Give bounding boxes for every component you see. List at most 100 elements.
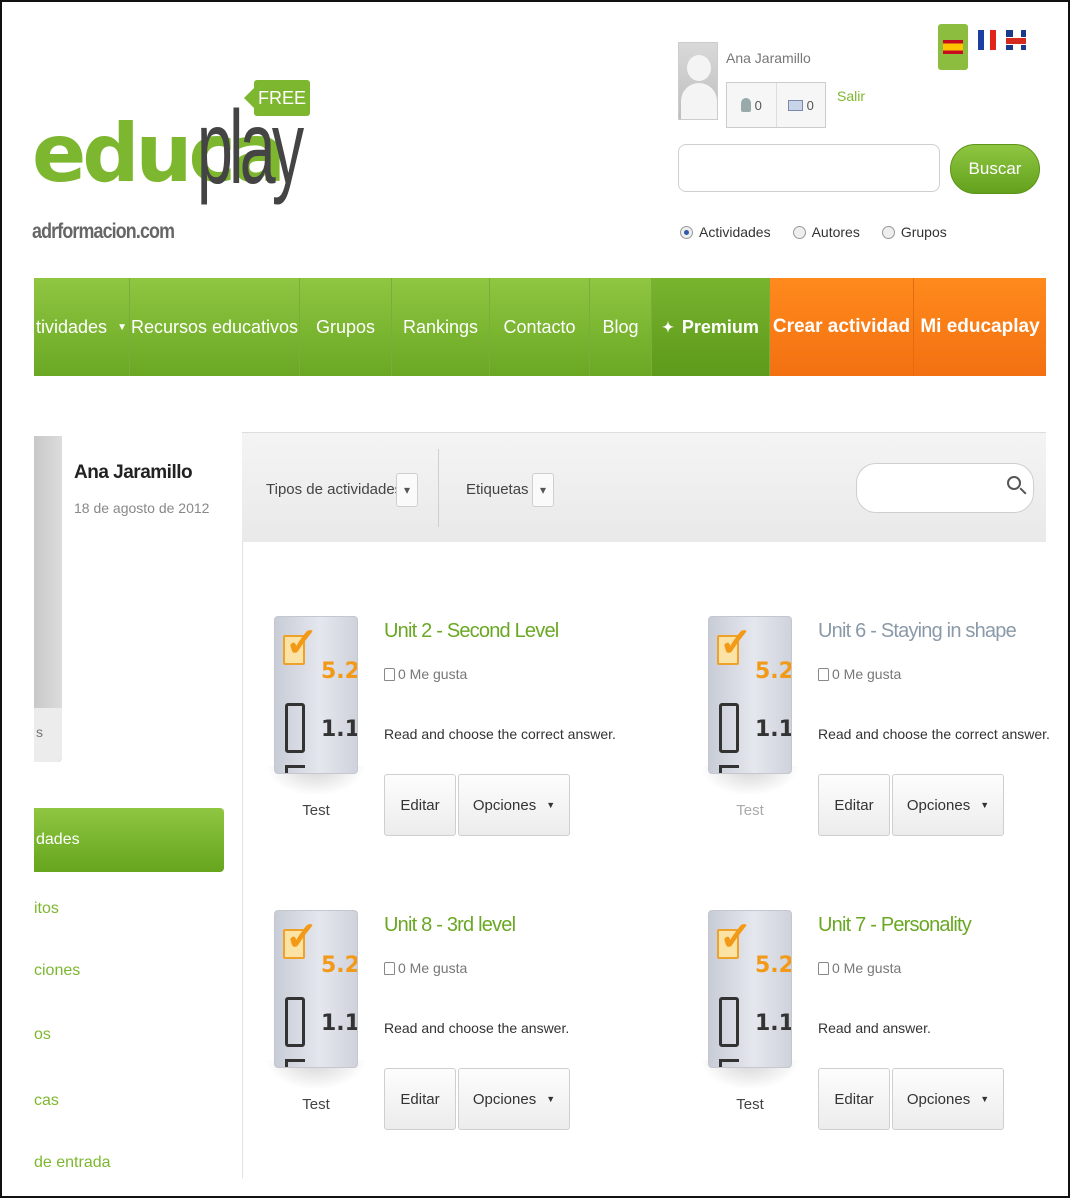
activity-likes: 0 Me gusta <box>818 960 901 976</box>
box-edge-icon <box>719 765 739 773</box>
search-input[interactable] <box>678 144 940 192</box>
radio-grupos[interactable]: Grupos <box>881 224 947 240</box>
thumbs-up-icon[interactable] <box>384 667 395 681</box>
caret-down-icon: ▼ <box>546 1094 556 1104</box>
activity-title[interactable]: Unit 6 - Staying in shape <box>818 620 1017 643</box>
sidebar-item-puntuaciones[interactable]: ciones <box>34 962 80 980</box>
panel-divider <box>242 432 243 1178</box>
nav-crear-actividad[interactable]: Crear actividad <box>770 278 914 376</box>
likes-text: 0 Me gusta <box>398 666 468 682</box>
search-icon[interactable] <box>1007 476 1021 490</box>
radio-autores[interactable]: Autores <box>792 224 860 240</box>
test-thumbnail[interactable]: ✓ 5.2 1.1 <box>274 910 358 1068</box>
options-button[interactable]: Opciones ▼ <box>892 1068 1004 1130</box>
nav-rankings[interactable]: Rankings <box>392 278 490 376</box>
activity-likes: 0 Me gusta <box>384 666 467 682</box>
activity-type: Test <box>302 802 330 819</box>
activity-title[interactable]: Unit 2 - Second Level <box>384 620 559 643</box>
chevron-down-icon: ▾ <box>539 483 547 497</box>
options-label: Opciones <box>472 796 537 814</box>
likes-text: 0 Me gusta <box>398 960 468 976</box>
user-name: Ana Jaramillo <box>726 50 811 66</box>
box-edge-icon <box>285 1059 305 1067</box>
nav-blog[interactable]: Blog <box>590 278 652 376</box>
checkmark-icon: ✓ <box>285 621 319 665</box>
messages-button[interactable]: 0 <box>777 83 826 127</box>
activity-description: Read and choose the correct answer. <box>818 726 1050 742</box>
tags-dropdown[interactable]: ▾ <box>532 473 554 507</box>
thumbs-up-icon[interactable] <box>818 667 829 681</box>
options-button[interactable]: Opciones ▼ <box>892 774 1004 836</box>
activity-type: Test <box>736 802 764 819</box>
star-icon: ✦ <box>662 318 674 335</box>
edit-button[interactable]: Editar <box>818 1068 890 1130</box>
empty-box-icon <box>285 997 305 1047</box>
nav-premium[interactable]: ✦ Premium <box>652 278 770 376</box>
empty-box-icon <box>719 997 739 1047</box>
caret-down-icon: ▼ <box>546 800 556 810</box>
activity-title[interactable]: Unit 7 - Personality <box>818 914 972 937</box>
nav-label: Premium <box>681 316 759 337</box>
educaplay-logo[interactable]: FREE educa play adrformacion.com <box>32 74 332 254</box>
likes-text: 0 Me gusta <box>832 666 902 682</box>
search-button[interactable]: Buscar <box>950 144 1040 194</box>
sidebar-item-actividades[interactable]: dades <box>34 808 224 872</box>
activity-search-input[interactable] <box>856 463 1034 513</box>
edit-button[interactable]: Editar <box>384 1068 456 1130</box>
avatar-body-shape <box>681 83 717 119</box>
edit-button[interactable]: Editar <box>818 774 890 836</box>
profile-join-date: 18 de agosto de 2012 <box>74 500 210 516</box>
options-label: Opciones <box>906 1090 971 1108</box>
nav-mi-educaplay[interactable]: Mi educaplay <box>914 278 1046 376</box>
empty-box-icon <box>719 703 739 753</box>
radio-actividades[interactable]: Actividades <box>680 224 771 240</box>
options-button[interactable]: Opciones ▼ <box>458 774 570 836</box>
activity-card: ✓ 5.2 1.1 Test Unit 6 - Staying in shape… <box>700 616 1050 856</box>
test-thumbnail[interactable]: ✓ 5.2 1.1 <box>708 910 792 1068</box>
checkmark-icon: ✓ <box>719 915 753 959</box>
logo-subtitle: adrformacion.com <box>32 220 175 243</box>
activity-types-dropdown[interactable]: ▾ <box>396 473 418 507</box>
sidebar-item-estadisticas[interactable]: cas <box>34 1092 59 1110</box>
search-scope-radios: Actividades Autores Grupos <box>680 224 947 240</box>
avatar-head-shape <box>687 55 711 81</box>
radio-dot <box>881 225 895 239</box>
nav-label: tividades <box>36 316 108 337</box>
thumb-score: 5.2 <box>755 953 792 978</box>
activity-title[interactable]: Unit 8 - 3rd level <box>384 914 516 937</box>
caret-down-icon: ▼ <box>980 800 990 810</box>
nav-actividades[interactable]: tividades ▼ <box>34 278 130 376</box>
sidebar-item-bandeja-de-entrada[interactable]: de entrada <box>34 1154 111 1172</box>
page-frame: FREE educa play adrformacion.com Ana Jar… <box>0 0 1070 1198</box>
edit-button[interactable]: Editar <box>384 774 456 836</box>
nav-recursos-educativos[interactable]: Recursos educativos <box>130 278 300 376</box>
filter-separator <box>438 449 439 527</box>
logo-play-text: play <box>197 90 304 206</box>
profile-name: Ana Jaramillo <box>74 462 193 483</box>
notification-counters: 0 0 <box>726 82 826 128</box>
language-selector <box>938 24 1026 70</box>
sidebar-item-favoritos[interactable]: itos <box>34 900 59 918</box>
messages-count: 0 <box>806 97 814 113</box>
nav-grupos[interactable]: Grupos <box>300 278 392 376</box>
thumbs-up-icon[interactable] <box>384 961 395 975</box>
activity-description: Read and choose the answer. <box>384 1020 570 1036</box>
user-avatar[interactable] <box>678 42 718 120</box>
thumbs-up-icon[interactable] <box>818 961 829 975</box>
logout-link[interactable]: Salir <box>837 88 865 104</box>
radio-dot <box>792 225 806 239</box>
flag-france-icon[interactable] <box>978 30 996 50</box>
test-thumbnail[interactable]: ✓ 5.2 1.1 <box>708 616 792 774</box>
radio-label: Actividades <box>699 224 771 240</box>
nav-contacto[interactable]: Contacto <box>490 278 590 376</box>
flag-uk-icon[interactable] <box>1006 30 1026 50</box>
test-thumbnail[interactable]: ✓ 5.2 1.1 <box>274 616 358 774</box>
thumb-number: 1.1 <box>755 717 792 742</box>
thumb-score: 5.2 <box>321 659 358 684</box>
options-button[interactable]: Opciones ▼ <box>458 1068 570 1130</box>
sidebar-item-grupos[interactable]: os <box>34 1026 51 1044</box>
box-edge-icon <box>285 765 305 773</box>
envelope-icon <box>787 99 803 111</box>
flag-spain-icon[interactable] <box>938 24 968 70</box>
notifications-button[interactable]: 0 <box>727 83 777 127</box>
